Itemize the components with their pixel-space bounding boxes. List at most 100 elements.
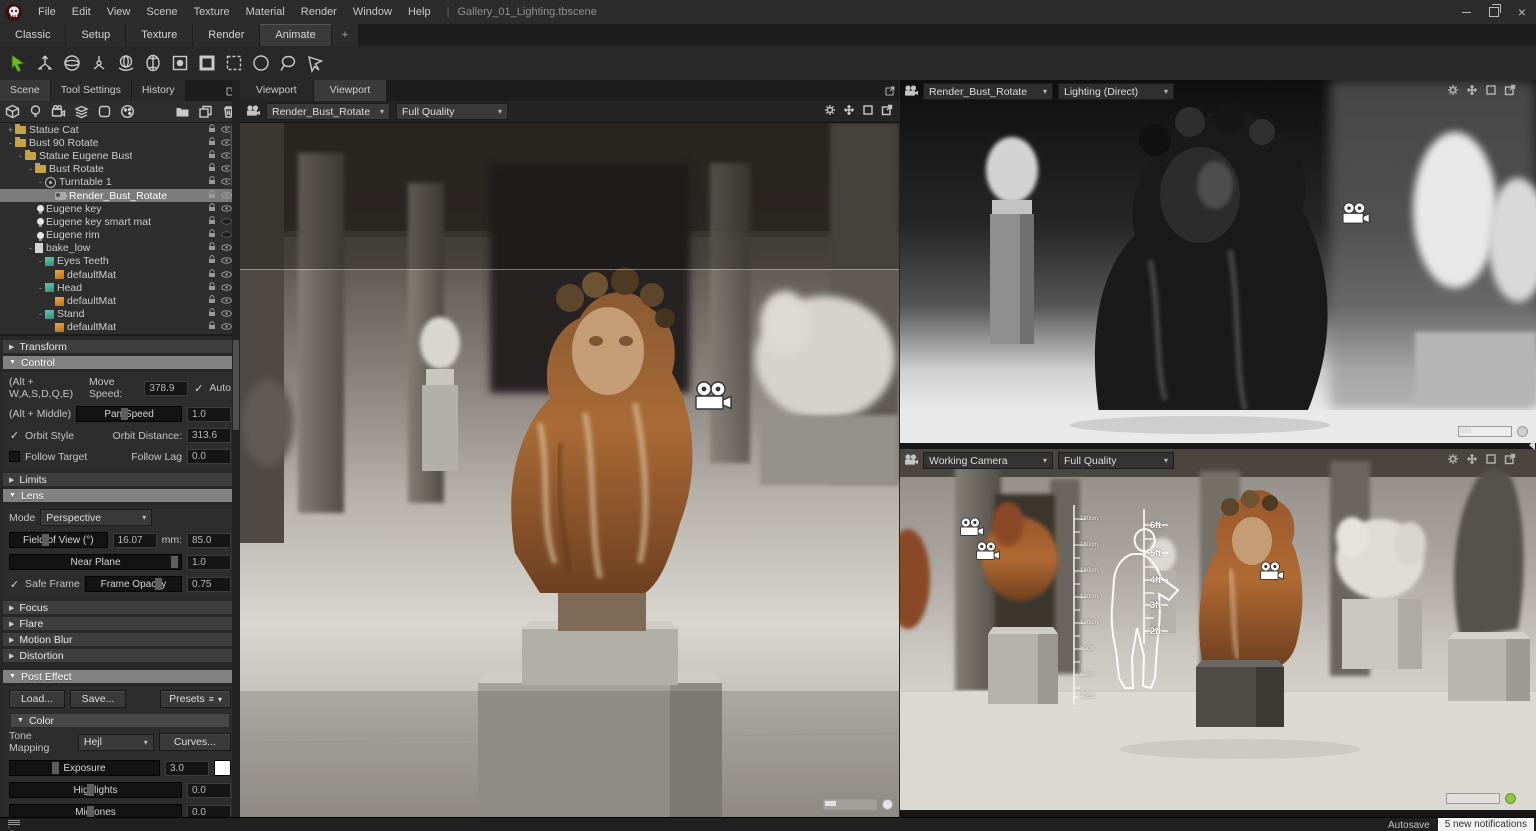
follow-target-checkbox[interactable] xyxy=(9,451,20,462)
minimize-button[interactable] xyxy=(1452,0,1480,24)
pan-icon[interactable] xyxy=(1466,453,1478,468)
lock-icon[interactable] xyxy=(208,229,216,241)
eye-icon[interactable] xyxy=(221,295,232,307)
lock-icon[interactable] xyxy=(208,269,216,281)
camera-select-dropdown[interactable]: Render_Bust_Rotate▾ xyxy=(923,83,1053,100)
select-frame-tool-icon[interactable] xyxy=(195,50,219,76)
tree-row-eugene-key[interactable]: Eugene key xyxy=(0,202,240,215)
tree-expander[interactable]: - xyxy=(26,164,35,174)
tree-expander[interactable]: - xyxy=(36,256,45,266)
tree-expander[interactable]: + xyxy=(6,125,15,135)
tree-row-bake-low[interactable]: -bake_low xyxy=(0,242,240,255)
section-motion-blur[interactable]: Motion Blur xyxy=(3,633,237,646)
menu-edit[interactable]: Edit xyxy=(64,1,99,24)
load-button[interactable]: Load... xyxy=(9,690,65,708)
tree-row-turntable-1[interactable]: -Turntable 1 xyxy=(0,176,240,189)
menu-help[interactable]: Help xyxy=(400,1,439,24)
viewport-tab-2[interactable]: Viewport xyxy=(314,80,387,101)
popout-icon[interactable] xyxy=(1504,453,1516,468)
workspace-tab-add[interactable]: + xyxy=(332,24,358,46)
light-icon[interactable] xyxy=(27,104,43,120)
pan-icon[interactable] xyxy=(843,104,855,119)
workspace-tab-classic[interactable]: Classic xyxy=(0,24,65,46)
orbit-distance-field[interactable]: 313.6 xyxy=(187,428,231,443)
tree-row-bust-90-rotate[interactable]: -Bust 90 Rotate xyxy=(0,136,240,149)
lock-icon[interactable] xyxy=(208,308,216,320)
menu-render[interactable]: Render xyxy=(293,1,345,24)
maximize-icon[interactable] xyxy=(862,104,874,119)
highlights-slider[interactable]: Highlights xyxy=(9,782,182,798)
material-icon[interactable] xyxy=(119,104,135,120)
lock-icon[interactable] xyxy=(208,176,216,188)
tree-row-stand[interactable]: -Stand xyxy=(0,308,240,321)
camera-gizmo-icon[interactable] xyxy=(974,541,1000,566)
select-circle-tool-icon[interactable] xyxy=(249,50,273,76)
render-indicator[interactable] xyxy=(1517,426,1528,437)
console-icon[interactable]: ›_ xyxy=(8,820,20,830)
turntable-scrubber[interactable] xyxy=(823,799,877,810)
section-limits[interactable]: Limits xyxy=(3,473,237,486)
panel-scrollbar[interactable] xyxy=(232,80,240,817)
lock-icon[interactable] xyxy=(208,137,216,149)
lighting-viewport[interactable]: Render_Bust_Rotate▾ Lighting (Direct)▾ xyxy=(900,80,1536,443)
frame-opacity-field[interactable]: 0.75 xyxy=(187,577,231,592)
fov-field[interactable]: 16.07 xyxy=(113,533,157,548)
tree-expander[interactable]: - xyxy=(26,243,35,253)
mm-field[interactable]: 85.0 xyxy=(187,533,231,548)
render-indicator[interactable] xyxy=(882,799,893,810)
camera-icon[interactable] xyxy=(50,104,66,120)
quality-select-dropdown[interactable]: Full Quality▾ xyxy=(1058,452,1174,469)
layers-icon[interactable] xyxy=(73,104,89,120)
folder-icon[interactable] xyxy=(174,104,190,120)
exposure-slider[interactable]: Exposure xyxy=(9,760,160,776)
camera-gizmo-icon[interactable] xyxy=(958,517,984,542)
menu-view[interactable]: View xyxy=(99,1,139,24)
viewport-popout-icon[interactable] xyxy=(881,80,899,101)
object-icon[interactable] xyxy=(96,104,112,120)
lock-icon[interactable] xyxy=(208,295,216,307)
pan-speed-slider[interactable]: Pan Speed xyxy=(76,406,182,422)
midtones-field[interactable]: 0.0 xyxy=(187,805,231,818)
working-camera-viewport[interactable]: 180cm160cm140cm120cm100cm80cm60cm40cm 6f… xyxy=(900,449,1536,810)
eye-icon[interactable] xyxy=(221,308,232,320)
section-distortion[interactable]: Distortion xyxy=(3,649,237,662)
panel-tab-tool-settings[interactable]: Tool Settings xyxy=(51,80,131,101)
select-tool-icon[interactable] xyxy=(6,50,30,76)
menu-scene[interactable]: Scene xyxy=(138,1,185,24)
tree-expander[interactable]: - xyxy=(6,138,15,148)
tree-row-eugene-rim[interactable]: Eugene rim xyxy=(0,229,240,242)
near-plane-field[interactable]: 1.0 xyxy=(187,555,231,570)
exposure-field[interactable]: 3.0 xyxy=(165,761,209,776)
pan-icon[interactable] xyxy=(1466,84,1478,99)
tree-expander[interactable]: - xyxy=(36,283,45,293)
gear-icon[interactable] xyxy=(1447,84,1459,99)
collapse-arrow-icon[interactable] xyxy=(1529,440,1535,450)
tree-row-render-bust-rotate[interactable]: Render_Bust_Rotate xyxy=(0,189,240,202)
quality-select-dropdown[interactable]: Full Quality▾ xyxy=(396,103,508,120)
eye-icon[interactable] xyxy=(221,321,232,333)
tree-expander[interactable]: - xyxy=(16,151,25,161)
eye-icon[interactable] xyxy=(221,190,232,202)
select-lasso-tool-icon[interactable] xyxy=(276,50,300,76)
scale-cage-tool-icon[interactable] xyxy=(141,50,165,76)
highlights-field[interactable]: 0.0 xyxy=(187,783,231,798)
duplicate-icon[interactable] xyxy=(197,104,213,120)
section-focus[interactable]: Focus xyxy=(3,601,237,614)
menu-file[interactable]: File xyxy=(30,1,64,24)
lock-icon[interactable] xyxy=(208,163,216,175)
lock-icon[interactable] xyxy=(208,124,216,136)
cube-icon[interactable] xyxy=(4,104,20,120)
select-fill-tool-icon[interactable] xyxy=(168,50,192,76)
popout-icon[interactable] xyxy=(881,104,893,119)
lock-icon[interactable] xyxy=(208,150,216,162)
section-flare[interactable]: Flare xyxy=(3,617,237,630)
turntable-scrubber[interactable] xyxy=(1458,426,1512,437)
eye-icon[interactable] xyxy=(221,255,232,267)
tree-expander[interactable]: - xyxy=(36,309,45,319)
tree-row-eugene-key-smart-mat[interactable]: Eugene key smart mat xyxy=(0,215,240,228)
select-polygon-tool-icon[interactable] xyxy=(303,50,327,76)
tree-row-eyes-teeth[interactable]: -Eyes Teeth xyxy=(0,255,240,268)
section-transform[interactable]: Transform xyxy=(3,340,237,353)
gear-icon[interactable] xyxy=(824,104,836,119)
turntable-scrubber[interactable] xyxy=(1446,793,1500,804)
